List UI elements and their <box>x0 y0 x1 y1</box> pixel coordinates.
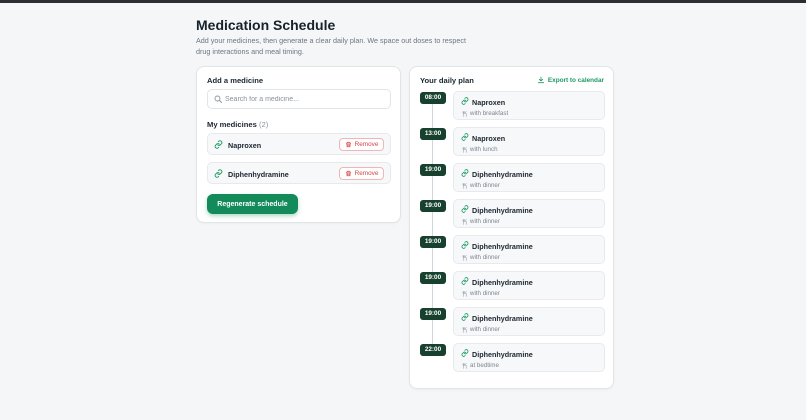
dose-medicine-name: Diphenhydramine <box>472 278 533 287</box>
medicine-item: Naproxen Remove <box>207 133 391 155</box>
meal-label: with dinner <box>470 290 500 297</box>
dose-medicine-name: Diphenhydramine <box>472 314 533 323</box>
link-icon <box>461 277 469 285</box>
meal-label: with dinner <box>470 326 500 333</box>
page-title: Medication Schedule <box>196 17 336 33</box>
utensils-icon <box>462 290 467 297</box>
dose-medicine-name: Diphenhydramine <box>472 242 533 251</box>
remove-label: Remove <box>354 141 379 148</box>
utensils-icon <box>462 362 467 369</box>
medicine-item: Diphenhydramine Remove <box>207 162 391 184</box>
remove-button[interactable]: Remove <box>339 138 384 151</box>
dose-card: Diphenhydramine with dinner <box>453 271 605 300</box>
link-icon <box>461 133 469 141</box>
time-badge: 08:00 <box>420 92 446 104</box>
dose-medicine-name: Naproxen <box>472 134 506 143</box>
trash-icon <box>345 141 351 148</box>
dose-meal-timing: with lunch <box>462 146 498 153</box>
link-icon <box>461 97 469 105</box>
link-icon <box>461 241 469 249</box>
add-medicine-card: Add a medicine My medicines (2) Naproxen… <box>196 66 401 223</box>
meal-label: with dinner <box>470 182 500 189</box>
dose-meal-timing: with dinner <box>462 254 500 261</box>
dose-card: Diphenhydramine with dinner <box>453 163 605 192</box>
utensils-icon <box>462 326 467 333</box>
link-icon <box>461 349 469 357</box>
dose-medicine-name: Diphenhydramine <box>472 170 533 179</box>
time-badge: 19:00 <box>420 200 446 212</box>
export-to-calendar-link[interactable]: Export to calendar <box>537 76 604 84</box>
link-icon <box>214 169 223 178</box>
time-badge: 19:00 <box>420 272 446 284</box>
dose-meal-timing: with dinner <box>462 326 500 333</box>
regenerate-schedule-button[interactable]: Regenerate schedule <box>207 194 298 214</box>
meal-label: at bedtime <box>470 362 499 369</box>
link-icon <box>461 205 469 213</box>
meal-label: with breakfast <box>470 110 509 117</box>
dose-medicine-name: Naproxen <box>472 98 506 107</box>
utensils-icon <box>462 218 467 225</box>
export-label: Export to calendar <box>547 76 604 84</box>
utensils-icon <box>462 110 467 117</box>
my-medicines-count: (2) <box>258 120 269 129</box>
dose-meal-timing: with breakfast <box>462 110 508 117</box>
dose-medicine-name: Diphenhydramine <box>472 350 533 359</box>
utensils-icon <box>462 182 467 189</box>
meal-label: with lunch <box>470 146 498 153</box>
dose-medicine-name: Diphenhydramine <box>472 206 533 215</box>
time-badge: 19:00 <box>420 308 446 320</box>
daily-plan-card: Your daily plan Export to calendar 08:00… <box>409 66 614 389</box>
remove-button[interactable]: Remove <box>339 167 384 180</box>
add-medicine-title: Add a medicine <box>207 76 264 85</box>
dose-meal-timing: with dinner <box>462 218 500 225</box>
dose-card: Naproxen with breakfast <box>453 91 605 120</box>
search-box[interactable] <box>207 89 391 109</box>
meal-label: with dinner <box>470 254 500 261</box>
dose-card: Diphenhydramine with dinner <box>453 199 605 228</box>
dose-card: Diphenhydramine with dinner <box>453 307 605 336</box>
link-icon <box>214 140 223 149</box>
utensils-icon <box>462 254 467 261</box>
dose-meal-timing: with dinner <box>462 182 500 189</box>
medicine-name: Diphenhydramine <box>228 170 289 179</box>
page-subtitle: Add your medicines, then generate a clea… <box>196 36 466 56</box>
search-input[interactable] <box>225 91 385 107</box>
time-badge: 19:00 <box>420 164 446 176</box>
my-medicines-label: My medicines <box>207 120 257 129</box>
search-icon <box>214 95 222 103</box>
dose-meal-timing: at bedtime <box>462 362 499 369</box>
link-icon <box>461 169 469 177</box>
time-badge: 13:00 <box>420 128 446 140</box>
time-badge: 22:00 <box>420 344 446 356</box>
remove-label: Remove <box>354 170 379 177</box>
time-badge: 19:00 <box>420 236 446 248</box>
dose-card: Naproxen with lunch <box>453 127 605 156</box>
trash-icon <box>345 170 351 177</box>
download-icon <box>537 76 544 84</box>
daily-plan-title: Your daily plan <box>420 76 474 85</box>
top-bar <box>0 0 806 3</box>
utensils-icon <box>462 146 467 153</box>
my-medicines-heading: My medicines (2) <box>207 120 268 129</box>
dose-card: Diphenhydramine with dinner <box>453 235 605 264</box>
meal-label: with dinner <box>470 218 500 225</box>
medicine-name: Naproxen <box>228 141 262 150</box>
dose-meal-timing: with dinner <box>462 290 500 297</box>
link-icon <box>461 313 469 321</box>
dose-card: Diphenhydramine at bedtime <box>453 343 605 372</box>
